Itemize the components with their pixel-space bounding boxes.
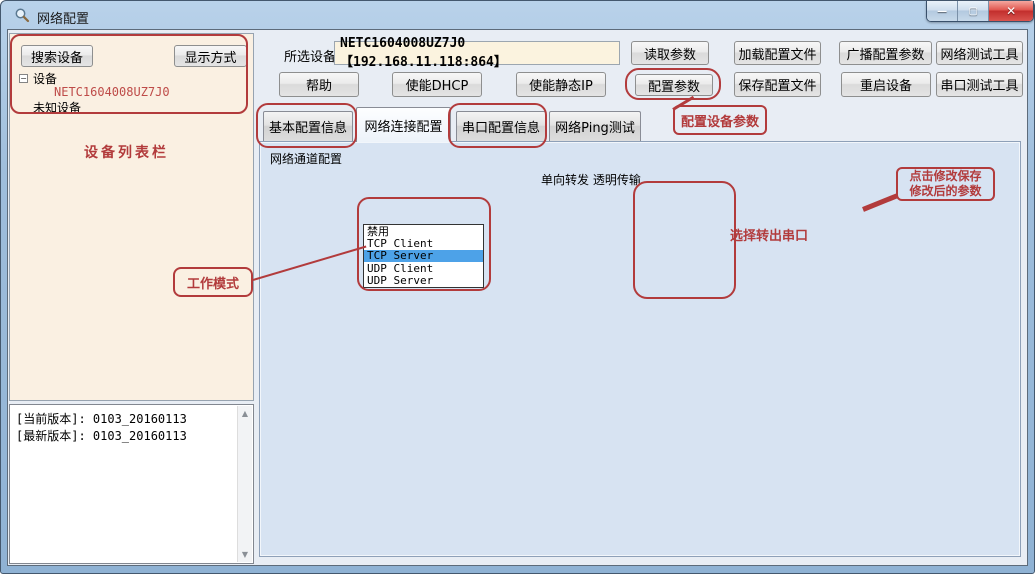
scroll-up-icon[interactable]: ▲ (238, 409, 252, 418)
enable-static-ip-button[interactable]: 使能静态IP (516, 72, 606, 97)
work-mode-dropdown-list: 禁用 TCP Client TCP Server UDP Client UDP … (363, 224, 484, 288)
forward-group-title: 单向转发 透明传输 (538, 171, 644, 188)
latest-version-text: [最新版本]: 0103_20160113 (16, 427, 187, 444)
current-version-text: [当前版本]: 0103_20160113 (16, 410, 187, 427)
version-log-box: [当前版本]: 0103_20160113 [最新版本]: 0103_20160… (9, 404, 254, 564)
read-params-button[interactable]: 读取参数 (631, 41, 709, 65)
dropdown-option-tcp-client[interactable]: TCP Client (364, 237, 483, 249)
tree-collapse-icon[interactable]: − (19, 74, 28, 83)
annotation-callout-work-mode: 工作模式 (173, 267, 253, 297)
dropdown-option-udp-client[interactable]: UDP Client (364, 262, 483, 274)
annotation-callout-modify: 点击修改保存 修改后的参数 (896, 167, 995, 201)
annotation-text: 配置设备参数 (681, 111, 759, 130)
tree-node-device-id[interactable]: NETC1604008UZ7J0 (54, 85, 170, 99)
tab-network-config[interactable]: 网络连接配置 (356, 107, 451, 142)
app-window: 网络配置 — ▢ ✕ 搜索设备 显示方式 − 设备 NETC1604008UZ7… (0, 0, 1035, 574)
annotation-text: 工作模式 (187, 273, 239, 292)
dropdown-option-disable[interactable]: 禁用 (364, 225, 483, 237)
tree-node-unknown-devices[interactable]: 未知设备 (33, 99, 81, 116)
minimize-button[interactable]: — (927, 1, 958, 21)
broadcast-config-button[interactable]: 广播配置参数 (839, 41, 932, 65)
dropdown-option-udp-server[interactable]: UDP Server (364, 275, 483, 287)
network-test-tool-button[interactable]: 网络测试工具 (936, 41, 1023, 65)
close-button[interactable]: ✕ (989, 1, 1033, 21)
annotation-text: 修改后的参数 (909, 184, 981, 199)
tab-network-ping[interactable]: 网络Ping测试 (549, 111, 641, 141)
search-device-button[interactable]: 搜索设备 (21, 45, 93, 67)
device-list-caption: 设备列表栏 (84, 142, 169, 162)
annotation-select-serial: 选择转出串口 (730, 225, 808, 244)
selected-device-label: 所选设备 (284, 46, 336, 65)
tab-basic-config[interactable]: 基本配置信息 (263, 111, 353, 141)
tab-serial-config[interactable]: 串口配置信息 (456, 111, 546, 141)
annotation-text: 点击修改保存 (909, 169, 981, 184)
config-params-button[interactable]: 配置参数 (635, 74, 713, 96)
save-config-button[interactable]: 保存配置文件 (734, 72, 821, 97)
annotation-callout-config-device: 配置设备参数 (673, 105, 767, 135)
version-scrollbar[interactable]: ▲ ▼ (237, 406, 252, 562)
selected-device-field: NETC1604008UZ7J0 【192.168.11.118:864】 (334, 41, 620, 65)
window-controls: — ▢ ✕ (926, 1, 1034, 22)
reboot-device-button[interactable]: 重启设备 (841, 72, 931, 97)
maximize-button[interactable]: ▢ (958, 1, 989, 21)
title-bar[interactable]: 网络配置 — ▢ ✕ (1, 1, 1034, 29)
scroll-down-icon[interactable]: ▼ (238, 550, 252, 559)
dropdown-option-tcp-server[interactable]: TCP Server (364, 250, 483, 262)
load-config-button[interactable]: 加载配置文件 (734, 41, 821, 65)
enable-dhcp-button[interactable]: 使能DHCP (392, 72, 482, 97)
serial-test-tool-button[interactable]: 串口测试工具 (936, 72, 1023, 97)
display-mode-button[interactable]: 显示方式 (174, 45, 247, 67)
window-title: 网络配置 (37, 8, 89, 27)
app-magnifier-icon (14, 7, 30, 23)
channel-config-group-title: 网络通道配置 (267, 150, 345, 167)
network-config-tab-panel (259, 141, 1021, 557)
help-button[interactable]: 帮助 (279, 72, 359, 97)
